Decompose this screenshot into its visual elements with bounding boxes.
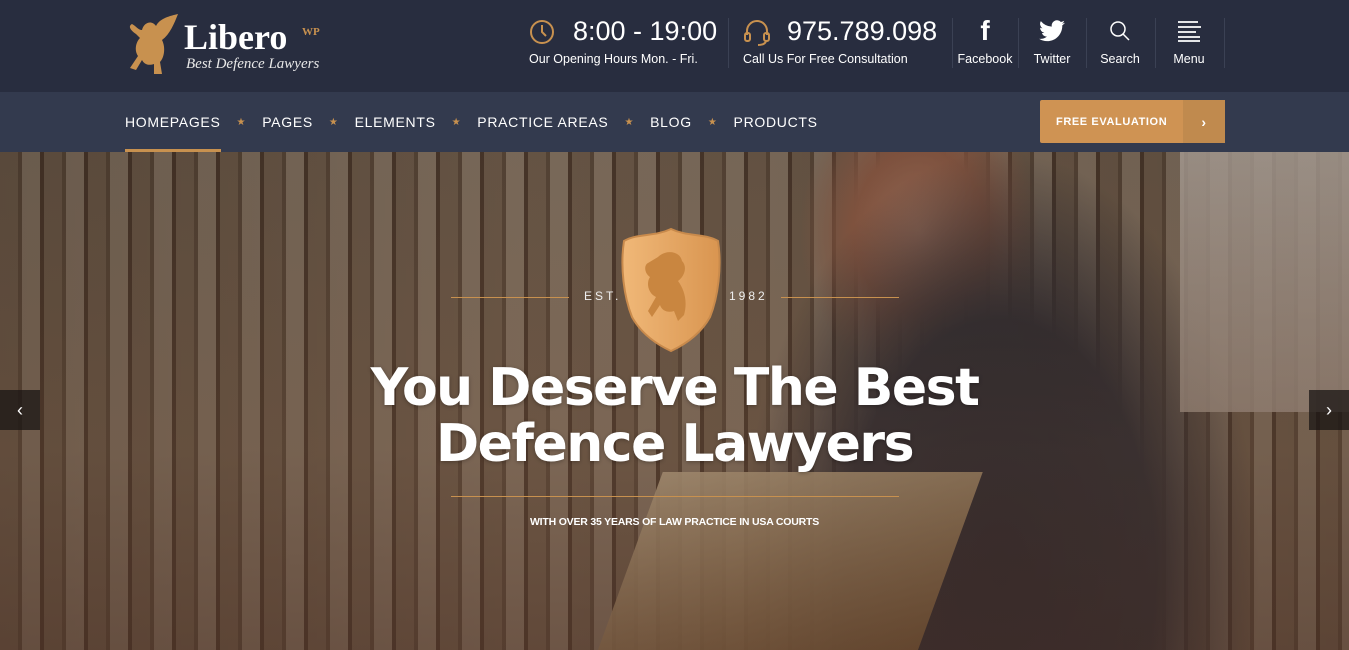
phone-label: Call Us For Free Consultation: [743, 52, 908, 66]
search-button[interactable]: Search: [1085, 16, 1155, 66]
hero-title-line2: Defence Lawyers: [435, 414, 915, 474]
hours-label: Our Opening Hours Mon. - Fri.: [529, 52, 698, 66]
chevron-left-icon: ‹: [17, 399, 23, 420]
griffin-logo-icon: [129, 14, 178, 74]
divider-line: [451, 496, 899, 497]
brand-tagline: Best Defence Lawyers: [186, 56, 320, 72]
star-separator-icon: ★: [707, 116, 718, 128]
free-evaluation-button[interactable]: FREE EVALUATION ›: [1040, 100, 1225, 143]
facebook-link[interactable]: f Facebook: [950, 15, 1020, 66]
nav-item-label: PRACTICE AREAS: [477, 114, 609, 130]
hero-title: You Deserve The Best Defence Lawyers: [300, 360, 1049, 472]
divider: [1224, 18, 1225, 68]
nav-item-homepages[interactable]: HOMEPAGES: [125, 92, 221, 152]
divider-line: [781, 297, 899, 298]
brand-badge: WP: [302, 26, 320, 38]
divider-line: [451, 297, 569, 298]
hero-subtitle: WITH OVER 35 YEARS OF LAW PRACTICE IN US…: [529, 516, 820, 528]
clock-icon: [530, 20, 554, 44]
nav-item-label: ELEMENTS: [354, 114, 436, 130]
star-separator-icon: ★: [236, 116, 247, 128]
lion-shield-icon: [621, 227, 721, 353]
chevron-right-icon: ›: [1326, 399, 1332, 420]
nav-item-blog[interactable]: BLOG: [650, 92, 692, 152]
phone-value: 975.789.098: [787, 16, 938, 46]
est-label: EST.: [584, 289, 622, 303]
est-year: 1982: [729, 289, 768, 303]
facebook-icon: f: [980, 15, 990, 46]
twitter-icon: [1039, 20, 1065, 42]
nav-item-practice-areas[interactable]: PRACTICE AREAS: [477, 92, 608, 152]
brand-name: Libero: [184, 17, 288, 57]
top-header: Libero WP Best Defence Lawyers 8:00 - 19…: [0, 0, 1349, 92]
hours-value: 8:00 - 19:00: [573, 16, 718, 46]
cta-label: FREE EVALUATION: [1056, 115, 1168, 128]
twitter-label: Twitter: [1033, 52, 1071, 66]
next-slide-button[interactable]: ›: [1309, 390, 1349, 430]
menu-button[interactable]: Menu: [1154, 16, 1224, 66]
star-separator-icon: ★: [624, 116, 635, 128]
twitter-link[interactable]: Twitter: [1017, 16, 1087, 66]
logo[interactable]: Libero WP Best Defence Lawyers: [126, 14, 336, 78]
headset-icon: [744, 20, 770, 46]
nav-item-label: PAGES: [262, 114, 313, 130]
facebook-label: Facebook: [957, 52, 1013, 66]
chevron-right-icon: ›: [1183, 100, 1225, 143]
nav-item-elements[interactable]: ELEMENTS: [355, 92, 436, 152]
divider: [728, 18, 729, 68]
nav-item-products[interactable]: PRODUCTS: [734, 92, 818, 152]
menu-label: Menu: [1173, 52, 1205, 66]
opening-hours: 8:00 - 19:00 Our Opening Hours Mon. - Fr…: [529, 16, 719, 72]
search-icon: [1110, 21, 1130, 41]
menu-icon: [1178, 21, 1201, 42]
nav-item-label: PRODUCTS: [733, 114, 818, 130]
nav-item-label: BLOG: [650, 114, 692, 130]
prev-slide-button[interactable]: ‹: [0, 390, 40, 430]
nav-item-label: HOMEPAGES: [125, 114, 221, 130]
star-separator-icon: ★: [451, 116, 462, 128]
star-separator-icon: ★: [328, 116, 339, 128]
hero-title-line1: You Deserve The Best: [370, 358, 980, 418]
search-label: Search: [1100, 52, 1140, 66]
phone-info[interactable]: 975.789.098 Call Us For Free Consultatio…: [743, 16, 943, 72]
nav-item-pages[interactable]: PAGES: [262, 92, 313, 152]
